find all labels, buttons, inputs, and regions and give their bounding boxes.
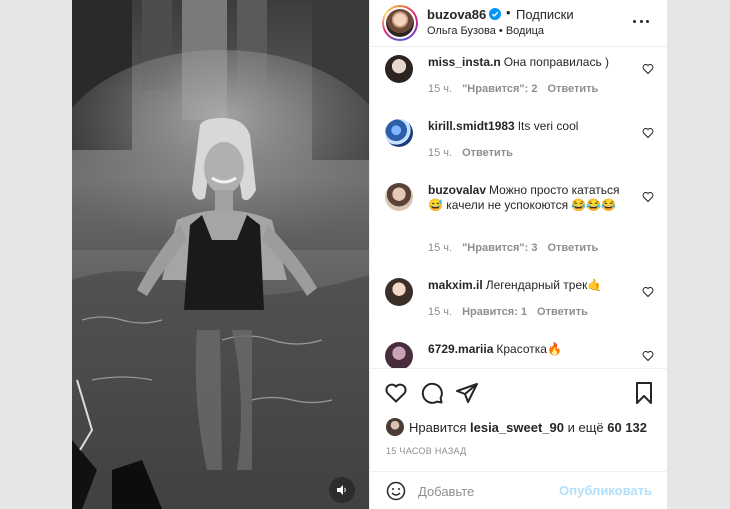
- post-header: buzova86 • Подписки Ольга Бузова • Водиц…: [370, 0, 667, 47]
- author-avatar[interactable]: [382, 5, 418, 41]
- commenter-username[interactable]: kirill.smidt1983: [428, 119, 515, 133]
- liker-avatar: [386, 418, 404, 436]
- reply-button[interactable]: Ответить: [462, 147, 513, 159]
- comment-likes[interactable]: "Нравится": 2: [462, 83, 537, 95]
- reply-button[interactable]: Ответить: [547, 83, 598, 95]
- mute-button[interactable]: [329, 477, 355, 503]
- post-modal: buzova86 • Подписки Ольга Бузова • Водиц…: [0, 0, 730, 509]
- like-comment-icon[interactable]: [642, 191, 654, 203]
- author-username[interactable]: buzova86: [427, 7, 486, 22]
- bookmark-icon[interactable]: [632, 381, 656, 405]
- commenter-username[interactable]: makxim.il: [428, 278, 483, 292]
- commenter-avatar[interactable]: [385, 119, 413, 147]
- likes-prefix: Нравится: [409, 419, 467, 435]
- post-timestamp[interactable]: 15 ЧАСОВ НАЗАД: [386, 446, 467, 456]
- publish-button[interactable]: Опубликовать: [559, 483, 652, 498]
- comment-time: 15 ч.: [428, 147, 453, 159]
- speaker-icon: [337, 485, 346, 495]
- author-subtitle[interactable]: Ольга Бузова • Водица: [427, 25, 544, 37]
- commenter-avatar[interactable]: [385, 342, 413, 368]
- comment-time: 15 ч.: [428, 83, 453, 95]
- comment-composer: Опубликовать: [370, 471, 668, 509]
- post-actions-bar: [370, 368, 668, 416]
- comment-bubble-icon[interactable]: [420, 381, 444, 405]
- comment-item: buzovalav Можно просто кататься 😅 качели …: [370, 181, 668, 261]
- comment-item: 6729.mariia Красотка🔥: [370, 340, 668, 368]
- like-comment-icon[interactable]: [642, 286, 654, 298]
- following-button[interactable]: Подписки: [516, 7, 574, 22]
- commenter-username[interactable]: 6729.mariia: [428, 342, 493, 356]
- like-heart-icon[interactable]: [384, 381, 408, 405]
- post-sidebar: buzova86 • Подписки Ольга Бузова • Водиц…: [369, 0, 668, 509]
- post-video[interactable]: [72, 0, 369, 509]
- modal-backdrop[interactable]: [667, 0, 730, 509]
- separator-dot: •: [506, 5, 511, 20]
- reply-button[interactable]: Ответить: [537, 306, 588, 318]
- like-comment-icon[interactable]: [642, 63, 654, 75]
- reply-button[interactable]: Ответить: [547, 242, 598, 254]
- comment-item: miss_insta.n Она поправилась ) 15 ч. "Нрав…: [370, 53, 668, 105]
- commenter-username[interactable]: miss_insta.n: [428, 55, 501, 69]
- comments-list[interactable]: miss_insta.n Она поправилась ) 15 ч. "Нрав…: [370, 47, 668, 368]
- comment-time: 15 ч.: [428, 306, 453, 318]
- emoji-icon[interactable]: [386, 481, 406, 501]
- comment-item: makxim.il Легендарный трек🤙 15 ч. Нравится…: [370, 276, 668, 326]
- comment-item: kirill.smidt1983 Its veri cool 15 ч. Ответ…: [370, 117, 668, 167]
- like-comment-icon[interactable]: [642, 127, 654, 139]
- commenter-username[interactable]: buzovalav: [428, 183, 486, 197]
- commenter-avatar[interactable]: [385, 278, 413, 306]
- more-options-icon[interactable]: [633, 20, 649, 24]
- verified-badge-icon: [489, 8, 501, 20]
- modal-backdrop[interactable]: [0, 0, 72, 509]
- share-send-icon[interactable]: [455, 381, 479, 405]
- like-comment-icon[interactable]: [642, 350, 654, 362]
- liker-username[interactable]: lesia_sweet_90: [470, 420, 564, 435]
- comment-likes[interactable]: "Нравится": 3: [462, 242, 537, 254]
- comment-text: Она поправилась ): [503, 55, 610, 69]
- comment-text: Красотка🔥: [496, 342, 562, 356]
- comment-likes[interactable]: Нравится: 1: [462, 306, 527, 318]
- likes-summary[interactable]: Нравится lesia_sweet_90 и ещё 60 132: [386, 417, 647, 437]
- comment-text: Легендарный трек🤙: [485, 278, 603, 292]
- comment-time: 15 ч.: [428, 242, 453, 254]
- video-frame: [72, 0, 369, 509]
- commenter-avatar[interactable]: [385, 55, 413, 83]
- comment-text: Its veri cool: [517, 119, 579, 133]
- commenter-avatar[interactable]: [385, 183, 413, 211]
- likes-middle: и ещё: [567, 419, 604, 435]
- likes-count[interactable]: 60 132: [607, 420, 647, 435]
